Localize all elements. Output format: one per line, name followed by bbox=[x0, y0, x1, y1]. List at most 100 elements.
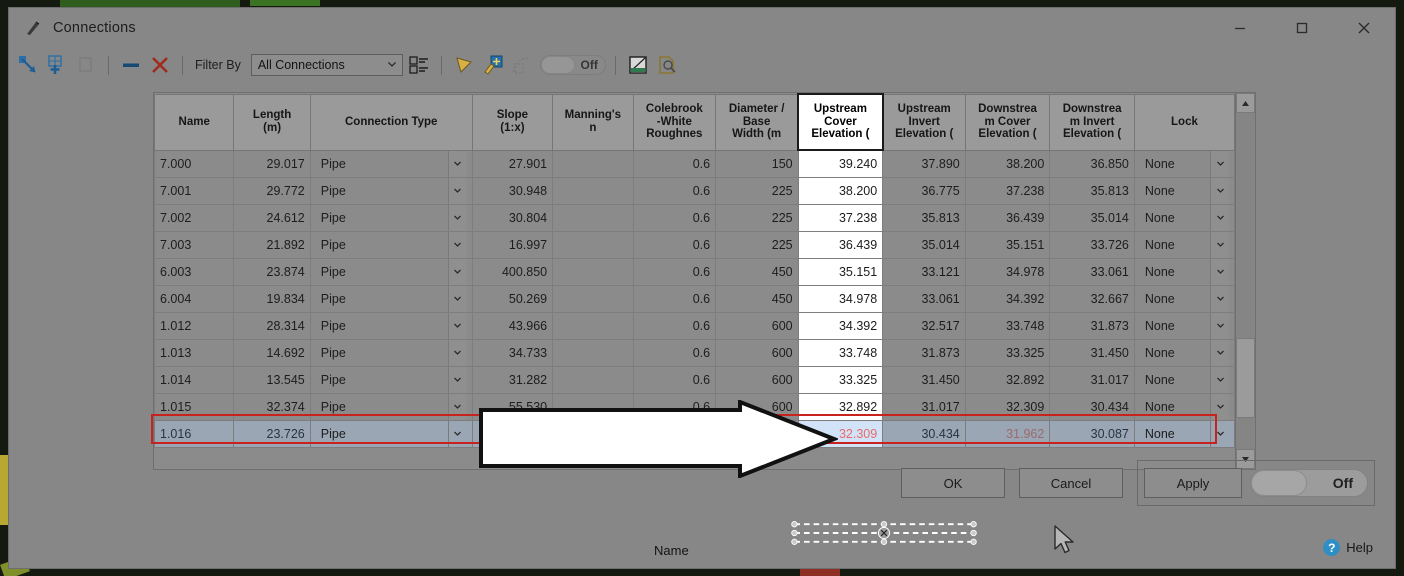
cell-slope[interactable]: 400.850 bbox=[471, 257, 554, 286]
filter-by-select[interactable]: All Connections bbox=[250, 54, 403, 76]
cell-uscover[interactable]: 34.392 bbox=[797, 311, 884, 340]
cell-name[interactable]: 1.013 bbox=[154, 338, 235, 367]
chevron-down-icon[interactable] bbox=[1210, 178, 1229, 203]
cell-usinvert[interactable]: 31.017 bbox=[882, 392, 966, 421]
cell-colebrook[interactable]: 0.6 bbox=[632, 230, 717, 259]
cell-usinvert[interactable]: 30.434 bbox=[882, 419, 966, 448]
select-connection-icon[interactable] bbox=[15, 52, 41, 78]
cell-diameter[interactable]: 600 bbox=[715, 392, 799, 421]
cell-lock[interactable]: None bbox=[1133, 257, 1235, 286]
cell-slope[interactable]: 16.997 bbox=[471, 230, 554, 259]
delete-connection-icon[interactable] bbox=[147, 52, 173, 78]
vertical-scrollbar[interactable] bbox=[1236, 92, 1256, 470]
cell-manning[interactable] bbox=[552, 230, 634, 259]
cell-manning[interactable] bbox=[552, 311, 634, 340]
cell-type[interactable]: Pipe bbox=[309, 338, 473, 367]
cell-manning[interactable] bbox=[552, 365, 634, 394]
chevron-down-icon[interactable] bbox=[447, 313, 467, 338]
column-header-dscover[interactable]: Downstrea m Cover Elevation ( bbox=[964, 93, 1051, 151]
footer-toggle[interactable]: Off bbox=[1250, 469, 1368, 497]
table-row[interactable]: 1.015 32.374 Pipe 55.530 0.6 600 32.892 31.017 3… bbox=[154, 392, 1235, 421]
chevron-down-icon[interactable] bbox=[447, 367, 467, 392]
cell-lock[interactable]: None bbox=[1133, 311, 1235, 340]
chevron-down-icon[interactable] bbox=[447, 286, 467, 311]
cell-usinvert[interactable]: 33.061 bbox=[882, 284, 966, 313]
cell-dsinvert[interactable]: 31.017 bbox=[1049, 365, 1135, 394]
cell-usinvert[interactable]: 32.517 bbox=[882, 311, 966, 340]
cell-type[interactable]: Pipe bbox=[309, 365, 473, 394]
cell-length[interactable]: 13.545 bbox=[233, 365, 311, 394]
cell-type[interactable]: Pipe bbox=[309, 203, 473, 232]
cell-length[interactable]: 14.692 bbox=[233, 338, 311, 367]
cell-uscover[interactable]: 34.978 bbox=[797, 284, 884, 313]
cell-diameter[interactable]: 600 bbox=[715, 365, 799, 394]
cell-dscover[interactable]: 32.892 bbox=[964, 365, 1051, 394]
column-header-dsinvert[interactable]: Downstrea m Invert Elevation ( bbox=[1049, 93, 1135, 151]
cell-usinvert[interactable]: 36.775 bbox=[882, 176, 966, 205]
table-row[interactable]: 6.003 23.874 Pipe 400.850 0.6 450 35.151 33.121… bbox=[154, 257, 1235, 286]
cell-type[interactable]: Pipe bbox=[309, 284, 473, 313]
cell-name[interactable]: 7.003 bbox=[154, 230, 235, 259]
cell-manning[interactable] bbox=[552, 203, 634, 232]
chevron-down-icon[interactable] bbox=[447, 205, 467, 230]
chevron-down-icon[interactable] bbox=[1210, 151, 1229, 176]
cell-length[interactable]: 23.726 bbox=[233, 419, 311, 448]
chevron-down-icon[interactable] bbox=[447, 340, 467, 365]
cell-slope[interactable]: 30.948 bbox=[471, 176, 554, 205]
column-header-diameter[interactable]: Diameter / Base Width (m bbox=[715, 93, 799, 151]
cell-name[interactable]: 6.004 bbox=[154, 284, 235, 313]
cell-slope[interactable]: 30.804 bbox=[471, 203, 554, 232]
cell-diameter[interactable]: 450 bbox=[715, 257, 799, 286]
cell-dsinvert[interactable]: 33.726 bbox=[1049, 230, 1135, 259]
column-header-type[interactable]: Connection Type bbox=[309, 93, 473, 151]
cell-dscover[interactable]: 34.978 bbox=[964, 257, 1051, 286]
cell-usinvert[interactable]: 35.014 bbox=[882, 230, 966, 259]
cell-usinvert[interactable]: 35.813 bbox=[882, 203, 966, 232]
column-header-usinvert[interactable]: Upstream Invert Elevation ( bbox=[882, 93, 966, 151]
cell-slope[interactable] bbox=[471, 419, 554, 448]
cell-dscover[interactable]: 36.439 bbox=[964, 203, 1051, 232]
cell-uscover[interactable]: 32.892 bbox=[797, 392, 884, 421]
cell-name[interactable]: 1.015 bbox=[154, 392, 235, 421]
toolbar-toggle[interactable]: Off bbox=[539, 55, 606, 75]
cell-colebrook[interactable] bbox=[632, 419, 717, 448]
cell-dsinvert[interactable]: 30.434 bbox=[1049, 392, 1135, 421]
add-connection-icon[interactable] bbox=[44, 52, 70, 78]
cell-lock[interactable]: None bbox=[1133, 284, 1235, 313]
cell-uscover[interactable]: 32.309 bbox=[797, 419, 884, 448]
cell-diameter[interactable]: 450 bbox=[715, 284, 799, 313]
cell-length[interactable]: 28.314 bbox=[233, 311, 311, 340]
cell-colebrook[interactable]: 0.6 bbox=[632, 311, 717, 340]
table-row[interactable]: 1.014 13.545 Pipe 31.282 0.6 600 33.325 31.450 3… bbox=[154, 365, 1235, 394]
table-row[interactable]: 1.012 28.314 Pipe 43.966 0.6 600 34.392 32.517 3… bbox=[154, 311, 1235, 340]
cell-length[interactable]: 24.612 bbox=[233, 203, 311, 232]
cell-uscover[interactable]: 35.151 bbox=[797, 257, 884, 286]
chevron-down-icon[interactable] bbox=[447, 151, 467, 176]
cell-dsinvert[interactable]: 33.061 bbox=[1049, 257, 1135, 286]
cell-diameter[interactable]: 600 bbox=[715, 311, 799, 340]
cell-colebrook[interactable]: 0.6 bbox=[632, 392, 717, 421]
cell-manning[interactable] bbox=[552, 176, 634, 205]
chevron-down-icon[interactable] bbox=[1210, 259, 1229, 284]
cell-dscover[interactable]: 33.325 bbox=[964, 338, 1051, 367]
cell-manning[interactable] bbox=[552, 284, 634, 313]
cell-lock[interactable]: None bbox=[1133, 419, 1235, 448]
cell-diameter[interactable]: 150 bbox=[715, 149, 799, 178]
cell-type[interactable]: Pipe bbox=[309, 230, 473, 259]
connections-grid[interactable]: Name Length (m) Connection Type Slope (1:x) Ma… bbox=[153, 92, 1236, 470]
cell-uscover[interactable]: 39.240 bbox=[797, 149, 884, 178]
cell-dscover[interactable]: 31.962 bbox=[964, 419, 1051, 448]
cell-length[interactable]: 29.017 bbox=[233, 149, 311, 178]
cell-slope[interactable]: 34.733 bbox=[471, 338, 554, 367]
column-header-length[interactable]: Length (m) bbox=[233, 93, 311, 151]
chevron-down-icon[interactable] bbox=[447, 232, 467, 257]
cell-manning[interactable] bbox=[552, 257, 634, 286]
table-row[interactable]: 7.000 29.017 Pipe 27.901 0.6 150 39.240 37.890 3… bbox=[154, 149, 1235, 178]
cell-diameter[interactable]: 225 bbox=[715, 230, 799, 259]
cell-colebrook[interactable]: 0.6 bbox=[632, 365, 717, 394]
cell-uscover[interactable]: 33.748 bbox=[797, 338, 884, 367]
cell-name[interactable]: 1.012 bbox=[154, 311, 235, 340]
cell-slope[interactable]: 50.269 bbox=[471, 284, 554, 313]
cell-type[interactable]: Pipe bbox=[309, 149, 473, 178]
cell-name[interactable]: 7.001 bbox=[154, 176, 235, 205]
